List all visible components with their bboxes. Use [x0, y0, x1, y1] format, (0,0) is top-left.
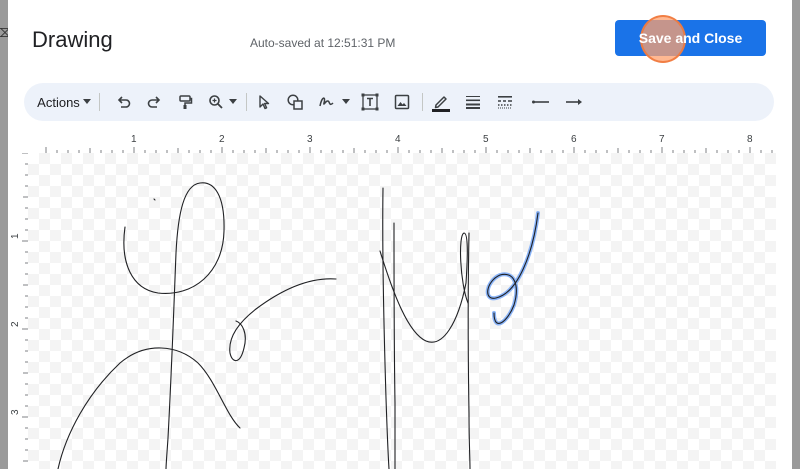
line-color-icon[interactable]: [428, 83, 454, 121]
scribble-menu[interactable]: [314, 83, 354, 121]
actions-menu[interactable]: Actions: [36, 83, 92, 121]
toolbar-divider: [99, 93, 100, 111]
ruler-number: 6: [571, 134, 577, 145]
ruler-number: 3: [10, 409, 21, 415]
text-box-icon[interactable]: [358, 83, 382, 121]
ruler-number: 1: [131, 134, 137, 145]
ruler-number: 2: [219, 134, 225, 145]
ruler-number: 3: [307, 134, 313, 145]
paint-format-icon[interactable]: [173, 83, 197, 121]
select-icon[interactable]: [252, 83, 276, 121]
toolbar-divider: [422, 93, 423, 111]
zoom-menu[interactable]: [204, 83, 240, 121]
drawing-dialog: Drawing Auto-saved at 12:51:31 PM Save a…: [8, 0, 792, 469]
ruler-number: 4: [395, 134, 401, 145]
vertical-ruler: 1 2 3: [8, 152, 28, 469]
signature-scribble[interactable]: [28, 153, 776, 469]
ruler-number: 1: [10, 233, 21, 239]
drawing-canvas[interactable]: [28, 153, 776, 469]
undo-icon[interactable]: [112, 83, 136, 121]
line-weight-icon[interactable]: [461, 83, 485, 121]
chevron-down-icon: [342, 99, 350, 104]
ruler-number: 5: [483, 134, 489, 145]
line-dash-icon[interactable]: [493, 83, 517, 121]
chevron-down-icon: [228, 99, 237, 104]
ruler-number: 2: [10, 321, 21, 327]
save-and-close-label: Save and Close: [638, 30, 743, 46]
drawing-toolbar: Actions: [24, 83, 774, 121]
image-icon[interactable]: [390, 83, 414, 121]
ruler-number: 7: [659, 134, 665, 145]
redo-icon[interactable]: [142, 83, 166, 121]
chevron-down-icon: [82, 99, 91, 104]
zoom-icon: [208, 95, 223, 109]
autosave-status: Auto-saved at 12:51:31 PM: [250, 36, 396, 50]
shape-icon[interactable]: [283, 83, 307, 121]
toolbar-divider: [246, 93, 247, 111]
ruler-number: 8: [747, 134, 753, 145]
save-and-close-button[interactable]: Save and Close: [615, 20, 766, 56]
actions-label: Actions: [37, 94, 80, 110]
line-start-icon[interactable]: [528, 83, 554, 121]
dialog-title: Drawing: [32, 27, 113, 52]
horizontal-ruler: 1 2 3 4 5 6 7 8: [28, 131, 776, 153]
scribble-icon: [319, 97, 334, 107]
line-end-icon[interactable]: [561, 83, 587, 121]
